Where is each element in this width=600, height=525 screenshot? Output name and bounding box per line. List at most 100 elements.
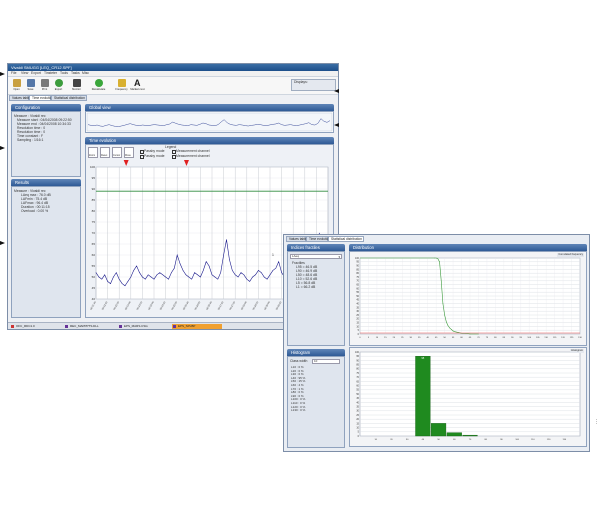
export-button[interactable]: Export <box>52 78 65 92</box>
menu-tinsteter[interactable]: Tinsteter <box>44 71 57 75</box>
taskbar-item-label: REC_MAPPPTS.DLL <box>70 324 99 328</box>
cursor-marker <box>123 160 129 166</box>
open-button[interactable]: Open <box>10 78 23 92</box>
menu-view[interactable]: View <box>21 71 28 75</box>
series-point <box>252 276 253 278</box>
taskbar-item-label: OFC_RDC1.0 <box>16 324 35 328</box>
print-button[interactable]: Print <box>38 78 51 92</box>
cumulative-point <box>454 331 456 333</box>
series-point <box>258 270 259 271</box>
frequency-button[interactable]: Frequency <box>115 78 128 92</box>
displays-label: Displays: <box>294 80 308 84</box>
y-tick-label: 80 <box>92 209 96 213</box>
y-tick-label: 15 <box>356 422 359 425</box>
histogram-bar <box>431 423 447 437</box>
cumulative-point <box>440 280 442 282</box>
x-tick-label: 5 <box>368 337 370 339</box>
menu-misc[interactable]: Misc <box>82 71 89 75</box>
x-tick-label: 09:26:30 <box>206 300 214 310</box>
cumulative-point <box>478 333 479 335</box>
legend-item[interactable]: Measurement channel <box>172 154 212 159</box>
x-tick-label: 130 <box>562 439 566 441</box>
menu-export[interactable]: Export <box>31 71 41 75</box>
histogram-bar <box>415 355 431 437</box>
tab-time-evolution[interactable]: Time evolution <box>306 236 330 242</box>
frequency-label: Frequency <box>115 88 128 91</box>
taskbar-item[interactable]: EPS_MARS.CSG <box>118 324 168 329</box>
x-tick-label: 75 <box>486 337 489 339</box>
print-label: Print <box>41 88 48 91</box>
window-title: Vivaldi SMUGG [LEQ_CR12.SPF] <box>8 64 338 71</box>
indices-combo-value: LAeq <box>292 254 300 258</box>
reset-tool[interactable]: Reset <box>100 147 110 158</box>
global-view-panel[interactable] <box>85 111 334 133</box>
series-point <box>240 272 242 273</box>
taskbar-item-icon <box>65 325 68 328</box>
distribution-window: Values table Time evolution Statistical … <box>283 234 590 452</box>
legend-item[interactable]: Measurement channel <box>172 149 212 154</box>
menu-tasks[interactable]: Tasks <box>71 71 80 75</box>
series-point <box>214 276 216 278</box>
class-width-input[interactable]: 10 <box>312 359 340 364</box>
y-tick-label: 15 <box>356 322 359 325</box>
series-point <box>124 285 126 287</box>
series-point <box>272 270 274 271</box>
cumulative-frequency-chart[interactable]: 1009590858075706560555045403530252015105… <box>350 252 586 345</box>
y-tick-label: 60 <box>356 287 359 290</box>
y-tick-label: 10 <box>356 325 359 328</box>
legend-item[interactable]: Passby mode <box>140 154 172 159</box>
cursor-tool[interactable]: Cursor <box>112 147 122 158</box>
cursor-tool-label: Cursor <box>113 154 121 157</box>
x-tick-label: 50 <box>443 337 446 339</box>
histogram-side-panel: Class width 10 L10 : 0 % L20 : 0 % L30 : 0… <box>287 356 345 448</box>
x-tick-label: 125 <box>570 337 574 339</box>
zoom-tool[interactable]: Zoom <box>88 147 98 158</box>
taskbar-item[interactable]: OFC_RDC1.0 <box>10 324 60 329</box>
series-point <box>139 272 140 273</box>
x-tick-label: 10 <box>374 439 377 441</box>
global-view-header: Global view <box>85 104 334 111</box>
tab-statistical-distribution[interactable]: Statistical distribution <box>51 95 87 101</box>
taskbar-item[interactable]: REC_MAPPPTS.DLL <box>64 324 114 329</box>
series-point <box>203 270 204 271</box>
callout-arrow <box>0 72 5 76</box>
monitor-icon <box>73 79 81 87</box>
x-tick-label: 105 <box>536 337 540 339</box>
chevron-down-icon: ▾ <box>338 255 340 259</box>
y-tick-label: 80 <box>356 368 359 371</box>
indices-combo[interactable]: LAeq ▾ <box>290 254 342 259</box>
y-tick-label: 45 <box>356 299 359 302</box>
move-tool-label: Move <box>125 154 131 157</box>
taskbar-item-label: EPS_SPLBP <box>178 324 196 328</box>
series-point <box>174 267 175 269</box>
indices-panel: LAeq ▾ Fractiles L95 = 46.5 dB L90 = 46.… <box>287 251 345 346</box>
series-point <box>266 278 268 280</box>
series-point <box>156 274 158 276</box>
series-point <box>220 272 221 273</box>
monitor-button[interactable]: Monitor <box>70 78 83 92</box>
tab-statistical-distribution[interactable]: Statistical distribution <box>328 236 364 242</box>
menu-tools[interactable]: Tools <box>60 71 68 75</box>
menu-file[interactable]: File <box>11 71 16 75</box>
series-point <box>237 276 239 278</box>
x-tick-label: 40 <box>426 337 429 339</box>
displays-box[interactable]: Displays: <box>291 79 336 91</box>
tab-time-evolution[interactable]: Time evolution <box>29 95 53 101</box>
series-point <box>121 283 123 284</box>
legend-item[interactable]: Passby mode <box>140 149 172 154</box>
tab-values-table[interactable]: Values table <box>286 236 307 242</box>
markers-text-button[interactable]: A Markers text <box>130 78 144 92</box>
move-tool[interactable]: Move <box>124 147 134 158</box>
x-tick-label: 45 <box>435 337 438 339</box>
series-point <box>255 274 256 276</box>
histogram-chart[interactable]: 1009590858075706560555045403530252015105… <box>350 348 586 446</box>
taskbar-item-icon <box>11 325 14 328</box>
taskbar-item[interactable]: EPS_SPLBP <box>172 324 222 329</box>
y-tick-label: 55 <box>356 291 359 294</box>
series-point <box>165 276 166 278</box>
x-tick-label: 30 <box>406 439 409 441</box>
y-tick-label: 50 <box>356 393 359 396</box>
save-button[interactable]: Save <box>24 78 37 92</box>
tab-values-table[interactable]: Values table <box>9 95 30 101</box>
recalculate-button[interactable]: Recalculate <box>92 78 105 92</box>
